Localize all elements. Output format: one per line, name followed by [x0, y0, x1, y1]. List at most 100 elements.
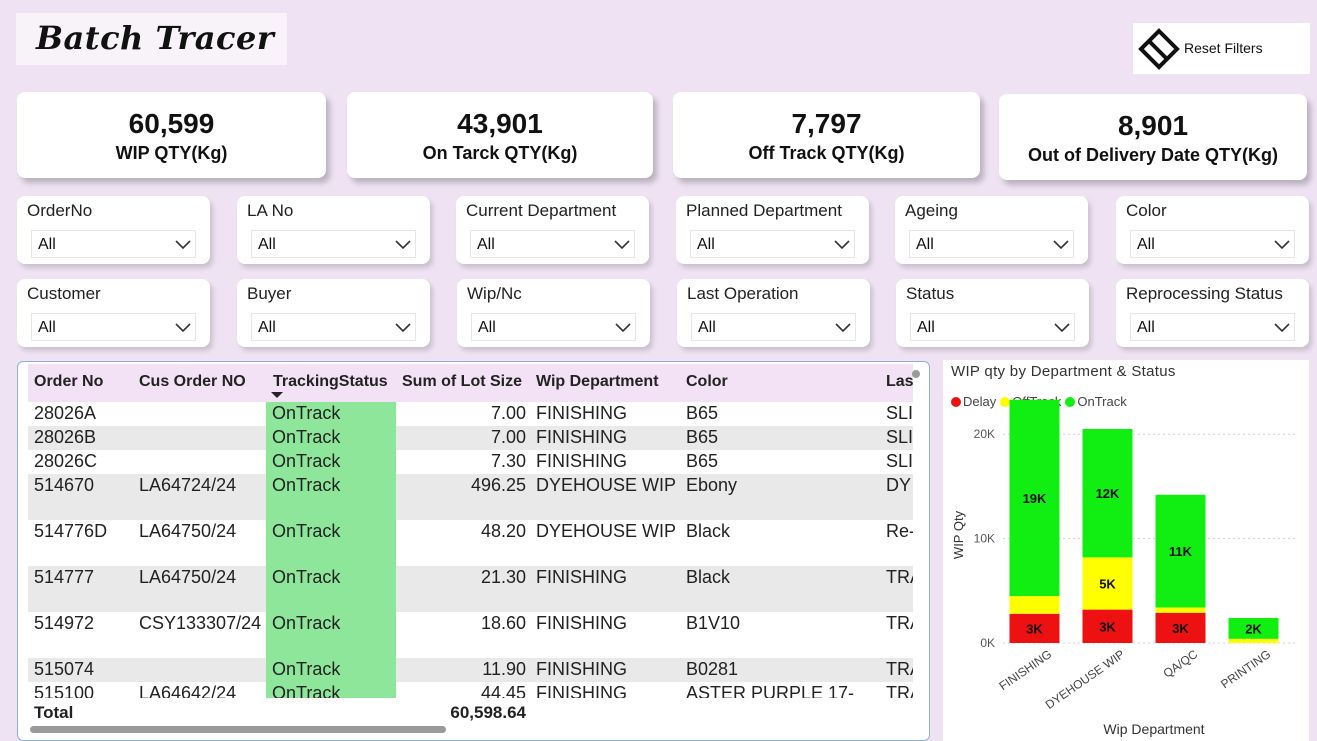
kpi-label: On Tarck QTY(Kg) — [422, 143, 578, 163]
table-cell: OnTrack — [272, 659, 341, 679]
column-header-wip-department[interactable]: Wip Department — [536, 373, 659, 391]
chevron-down-icon — [1274, 240, 1290, 250]
slicer-dropdown[interactable]: All — [910, 313, 1075, 341]
column-header-order-no[interactable]: Order No — [34, 373, 103, 391]
table-row[interactable]: 514777 LA64750/24 OnTrack 21.30 FINISHING Bla… — [28, 566, 913, 612]
slicer-dropdown[interactable]: All — [909, 230, 1074, 258]
table-cell: SLI — [886, 451, 913, 471]
reset-filters-button[interactable]: Reset Filters — [1133, 23, 1310, 74]
bar-segment-offtrack — [1009, 596, 1060, 614]
table-cell: OnTrack — [272, 567, 341, 587]
data-label: 3K — [1099, 619, 1116, 634]
slicer-dropdown[interactable]: All — [31, 230, 196, 258]
x-tick-label: PRINTING — [1218, 647, 1273, 691]
horizontal-scrollbar[interactable] — [30, 726, 446, 733]
column-header-cus-order-no[interactable]: Cus Order NO — [139, 373, 246, 391]
table-cell: LA64642/24 — [139, 683, 237, 698]
table-cell: 28026C — [34, 451, 98, 471]
slicer-last-operation: Last Operation All — [677, 279, 870, 347]
kpi-label: Off Track QTY(Kg) — [748, 143, 905, 163]
data-label: 3K — [1172, 621, 1189, 636]
table-row[interactable]: 28026B OnTrack 7.00 FINISHING B65 SLI — [28, 426, 913, 450]
data-label: 5K — [1099, 576, 1116, 591]
table-cell: 514776D — [34, 521, 108, 541]
table-cell: SLI — [886, 427, 913, 447]
column-header-lot-size[interactable]: Sum of Lot Size — [402, 373, 522, 391]
vertical-scrollbar[interactable] — [912, 370, 920, 700]
table-cell: OnTrack — [272, 683, 341, 698]
table-cell: B0281 — [686, 659, 739, 679]
slicer-title: Reprocessing Status — [1126, 284, 1283, 303]
table-cell: DYEHOUSE WIP — [536, 521, 677, 541]
chevron-down-icon — [1054, 323, 1070, 333]
table-row[interactable]: 515074 OnTrack 11.90 FINISHING B0281 TRA — [28, 658, 913, 682]
table-row[interactable]: 514972 CSY133307/24 OnTrack 18.60 FINISHING B… — [28, 612, 913, 658]
slicer-value: All — [1137, 319, 1155, 336]
table-cell: B65 — [686, 427, 719, 447]
table-cell: B65 — [686, 451, 719, 471]
table-cell: 44.45 — [480, 683, 526, 698]
table-cell: 514777 — [34, 567, 95, 587]
y-axis-label: WIP Qty — [951, 510, 966, 559]
slicer-reprocessing-status: Reprocessing Status All — [1116, 279, 1309, 347]
slicer-title: Wip/Nc — [467, 284, 522, 303]
eraser-icon — [1138, 28, 1180, 70]
slicer-title: Buyer — [247, 284, 292, 303]
chevron-down-icon — [175, 323, 191, 333]
chevron-down-icon — [1053, 240, 1069, 250]
column-header-color[interactable]: Color — [686, 373, 728, 391]
table-row[interactable]: 514776D LA64750/24 OnTrack 48.20 DYEHOUSE WI… — [28, 520, 913, 566]
table-cell: FINISHING — [536, 659, 628, 679]
table-cell: B65 — [686, 403, 719, 423]
table-cell: 496.25 — [470, 475, 526, 495]
slicer-value: All — [478, 319, 496, 336]
slicer-value: All — [698, 319, 716, 336]
table-cell: TRA — [886, 613, 913, 633]
total-label: Total — [34, 703, 74, 722]
slicer-dropdown[interactable]: All — [470, 230, 635, 258]
slicer-title: Ageing — [905, 201, 958, 220]
slicer-value: All — [258, 319, 276, 336]
kpi-on-track-qty: 43,901 On Tarck QTY(Kg) — [347, 92, 653, 178]
table-cell: 515100 — [34, 683, 95, 698]
chevron-down-icon — [1274, 323, 1290, 333]
chevron-down-icon — [395, 323, 411, 333]
column-header-tracking-status[interactable]: TrackingStatus — [273, 373, 388, 391]
slicer-dropdown[interactable]: All — [471, 313, 636, 341]
slicer-dropdown[interactable]: All — [251, 230, 416, 258]
table-row[interactable]: 514670 LA64724/24 OnTrack 496.25 DYEHOUSE WI… — [28, 474, 913, 520]
slicer-value: All — [258, 236, 276, 253]
kpi-value: 60,599 — [128, 108, 215, 139]
table-total-row: Total 60,598.64 — [28, 701, 913, 725]
slicer-dropdown[interactable]: All — [31, 313, 196, 341]
slicer-dropdown[interactable]: All — [1130, 230, 1295, 258]
table-row[interactable]: 515100 LA64642/24 OnTrack 44.45 FINISHING AST… — [28, 682, 913, 698]
slicer-dropdown[interactable]: All — [690, 230, 855, 258]
table-cell: 28026B — [34, 427, 97, 447]
slicer-title: Color — [1126, 201, 1167, 220]
table-row[interactable]: 28026A OnTrack 7.00 FINISHING B65 SLI — [28, 402, 913, 426]
slicer-dropdown[interactable]: All — [1130, 313, 1295, 341]
table-cell: ASTER PURPLE 17- — [686, 683, 855, 698]
bar-segment-offtrack — [1228, 638, 1279, 643]
slicer-status: Status All — [896, 279, 1089, 347]
table-cell: Re- — [886, 521, 913, 541]
chevron-down-icon — [614, 240, 630, 250]
slicer-wip-nc: Wip/Nc All — [457, 279, 650, 347]
sort-descending-icon — [271, 392, 283, 398]
slicer-title: OrderNo — [27, 201, 93, 220]
slicer-la-no: LA No All — [237, 196, 430, 264]
table-cell: 514670 — [34, 475, 95, 495]
slicer-title: Status — [906, 284, 955, 303]
x-axis-label: Wip Department — [1103, 721, 1204, 737]
scroll-thumb[interactable] — [912, 370, 920, 378]
table-row[interactable]: 28026C OnTrack 7.30 FINISHING B65 SLI — [28, 450, 913, 474]
table-cell: 7.00 — [490, 403, 526, 423]
slicer-title: LA No — [247, 201, 294, 220]
x-tick-label: QA/QC — [1161, 647, 1201, 681]
column-header-last-operation[interactable]: Las — [886, 373, 914, 391]
slicer-value: All — [477, 236, 495, 253]
table-cell: 21.30 — [480, 567, 526, 587]
slicer-dropdown[interactable]: All — [691, 313, 856, 341]
slicer-dropdown[interactable]: All — [251, 313, 416, 341]
